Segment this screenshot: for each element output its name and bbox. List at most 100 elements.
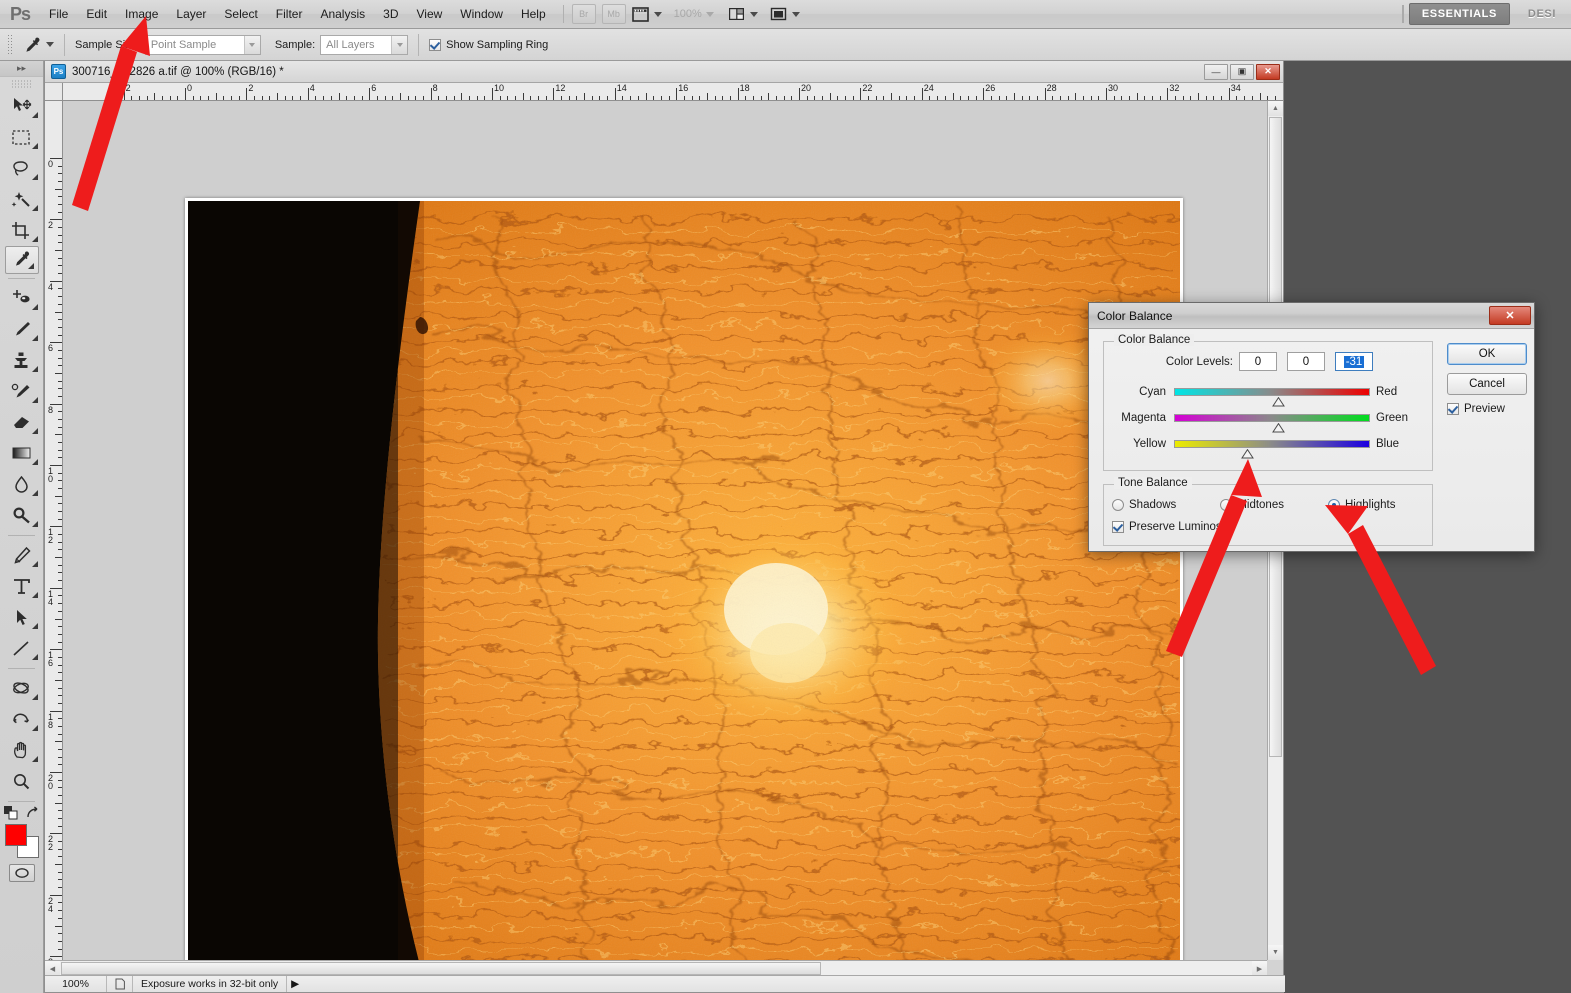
swap-colors-icon[interactable] (26, 806, 40, 820)
document-title-bar[interactable]: Ps 300716_172826 a.tif @ 100% (RGB/16) *… (45, 61, 1283, 83)
pen-tool[interactable] (2, 540, 42, 571)
zoom-tool[interactable] (2, 766, 42, 797)
color-level-yellow-blue-input[interactable]: -31 (1335, 352, 1373, 371)
status-zoom-field[interactable]: 100% (45, 976, 107, 992)
scroll-down-arrow-icon[interactable]: ▼ (1268, 945, 1283, 960)
workspace-tab-essentials[interactable]: ESSENTIALS (1408, 3, 1510, 25)
ruler-minor-tick (975, 96, 977, 100)
rectangular-marquee-tool[interactable] (2, 122, 42, 153)
cyan-red-slider-track[interactable] (1174, 388, 1370, 396)
vertical-ruler[interactable]: 0246810121416182022242628 (45, 101, 63, 992)
quick-selection-tool[interactable] (2, 184, 42, 215)
history-brush-tool[interactable] (2, 376, 42, 407)
ruler-tick-label: 12 (48, 527, 54, 546)
tone-option-shadows[interactable]: Shadows (1112, 499, 1176, 511)
document-thumb-icon (115, 978, 125, 990)
default-colors-icon[interactable] (3, 806, 18, 820)
arrange-documents-button[interactable] (728, 6, 758, 22)
color-balance-close-button[interactable]: ✕ (1489, 306, 1531, 325)
close-button[interactable]: ✕ (1256, 63, 1280, 80)
sample-select[interactable]: All Layers (320, 34, 409, 55)
tool-preset-chevron-down-icon[interactable] (46, 42, 54, 47)
color-balance-dialog[interactable]: Color Balance ✕ Color Balance Color Leve… (1088, 302, 1535, 552)
scroll-right-arrow-icon[interactable]: ▶ (1252, 961, 1267, 976)
dodge-tool[interactable] (2, 500, 42, 531)
preserve-luminosity-checkbox[interactable]: Preserve Luminosity (1112, 521, 1233, 533)
status-menu-arrow-icon[interactable]: ▶ (286, 976, 303, 992)
cyan-red-slider-thumb[interactable] (1272, 396, 1285, 407)
sample-size-select[interactable]: Point Sample (144, 34, 261, 55)
yellow-blue-slider-thumb[interactable] (1241, 448, 1254, 459)
path-selection-tool[interactable] (2, 602, 42, 633)
gradient-tool[interactable] (2, 438, 42, 469)
scroll-left-arrow-icon[interactable]: ◀ (45, 961, 60, 976)
horizontal-ruler[interactable]: 202468101214161820222426283032343638 (63, 83, 1283, 101)
ruler-minor-tick (576, 96, 578, 100)
3d-orbit-tool[interactable] (2, 673, 42, 704)
menu-layer[interactable]: Layer (167, 3, 215, 25)
toolbar-grip[interactable] (10, 79, 33, 89)
view-extras-button[interactable] (631, 6, 662, 22)
canvas-horizontal-scrollbar[interactable]: ◀ ▶ (45, 960, 1267, 976)
type-tool[interactable] (2, 571, 42, 602)
3d-rotate-camera-tool[interactable] (2, 704, 42, 735)
magenta-green-slider-track[interactable] (1174, 414, 1370, 422)
lasso-tool[interactable] (2, 153, 42, 184)
tone-option-midtones[interactable]: Midtones (1220, 499, 1284, 511)
color-level-magenta-green-input[interactable]: 0 (1287, 352, 1325, 371)
blur-tool[interactable] (2, 469, 42, 500)
screen-mode-button[interactable] (770, 6, 800, 22)
menu-edit[interactable]: Edit (77, 3, 116, 25)
show-sampling-ring-checkbox[interactable]: Show Sampling Ring (429, 38, 548, 51)
brush-tool[interactable] (2, 314, 42, 345)
toolbar-collapse-button[interactable]: ▸▸ (0, 61, 43, 77)
bridge-button[interactable]: Br (571, 4, 596, 24)
color-level-cyan-red-input[interactable]: 0 (1239, 352, 1277, 371)
foreground-background-color-swatches[interactable] (3, 824, 41, 858)
mini-bridge-button[interactable]: Mb (601, 4, 626, 24)
restore-button[interactable]: ▣ (1230, 63, 1254, 80)
full-screen-mode-icon (770, 7, 786, 21)
options-bar-grip[interactable] (7, 33, 13, 56)
ruler-minor-tick (58, 902, 62, 904)
move-tool[interactable] (2, 91, 42, 122)
color-balance-title-bar[interactable]: Color Balance ✕ (1089, 303, 1534, 329)
quick-mask-button[interactable] (8, 864, 35, 882)
menu-analysis[interactable]: Analysis (311, 3, 374, 25)
eyedropper-tool[interactable] (4, 246, 39, 274)
horizontal-scrollbar-thumb[interactable] (61, 962, 821, 975)
view-extras-chevron-down-icon (653, 11, 662, 17)
spot-healing-tool[interactable] (2, 283, 42, 314)
line-tool[interactable] (2, 633, 42, 664)
menu-filter[interactable]: Filter (267, 3, 312, 25)
tone-option-highlights[interactable]: Highlights (1327, 499, 1395, 511)
ok-button[interactable]: OK (1447, 343, 1527, 365)
workspace-tab-design[interactable]: DESI (1516, 4, 1568, 24)
menu-file[interactable]: File (40, 3, 77, 25)
magenta-green-slider-thumb[interactable] (1272, 422, 1285, 433)
menu-select[interactable]: Select (215, 3, 266, 25)
solar-chromosphere-h-alpha-image[interactable] (188, 201, 1180, 960)
ruler-minor-tick (58, 334, 62, 336)
clone-stamp-tool[interactable] (2, 345, 42, 376)
menu-view[interactable]: View (407, 3, 451, 25)
menu-3d[interactable]: 3D (374, 3, 407, 25)
preserve-luminosity-checkmark-icon (1112, 521, 1124, 533)
menu-image[interactable]: Image (116, 3, 167, 25)
cancel-button[interactable]: Cancel (1447, 373, 1527, 395)
canvas-scroll-area[interactable] (63, 101, 1267, 960)
ruler-minor-tick (507, 96, 509, 100)
hand-tool[interactable] (2, 735, 42, 766)
ruler-origin-corner[interactable] (45, 83, 63, 101)
crop-tool[interactable] (2, 215, 42, 246)
scroll-up-arrow-icon[interactable]: ▲ (1268, 101, 1283, 116)
preview-checkbox[interactable]: Preview (1447, 403, 1529, 415)
cyan-red-slider-row: Cyan Red (1104, 386, 1432, 412)
menu-help[interactable]: Help (512, 3, 555, 25)
menu-window[interactable]: Window (451, 3, 512, 25)
zoom-chevron-down-icon[interactable] (705, 11, 714, 17)
foreground-color-swatch[interactable] (4, 824, 27, 846)
yellow-blue-slider-track[interactable] (1174, 440, 1370, 448)
eraser-tool[interactable] (2, 407, 42, 438)
minimize-button[interactable]: — (1204, 63, 1228, 80)
